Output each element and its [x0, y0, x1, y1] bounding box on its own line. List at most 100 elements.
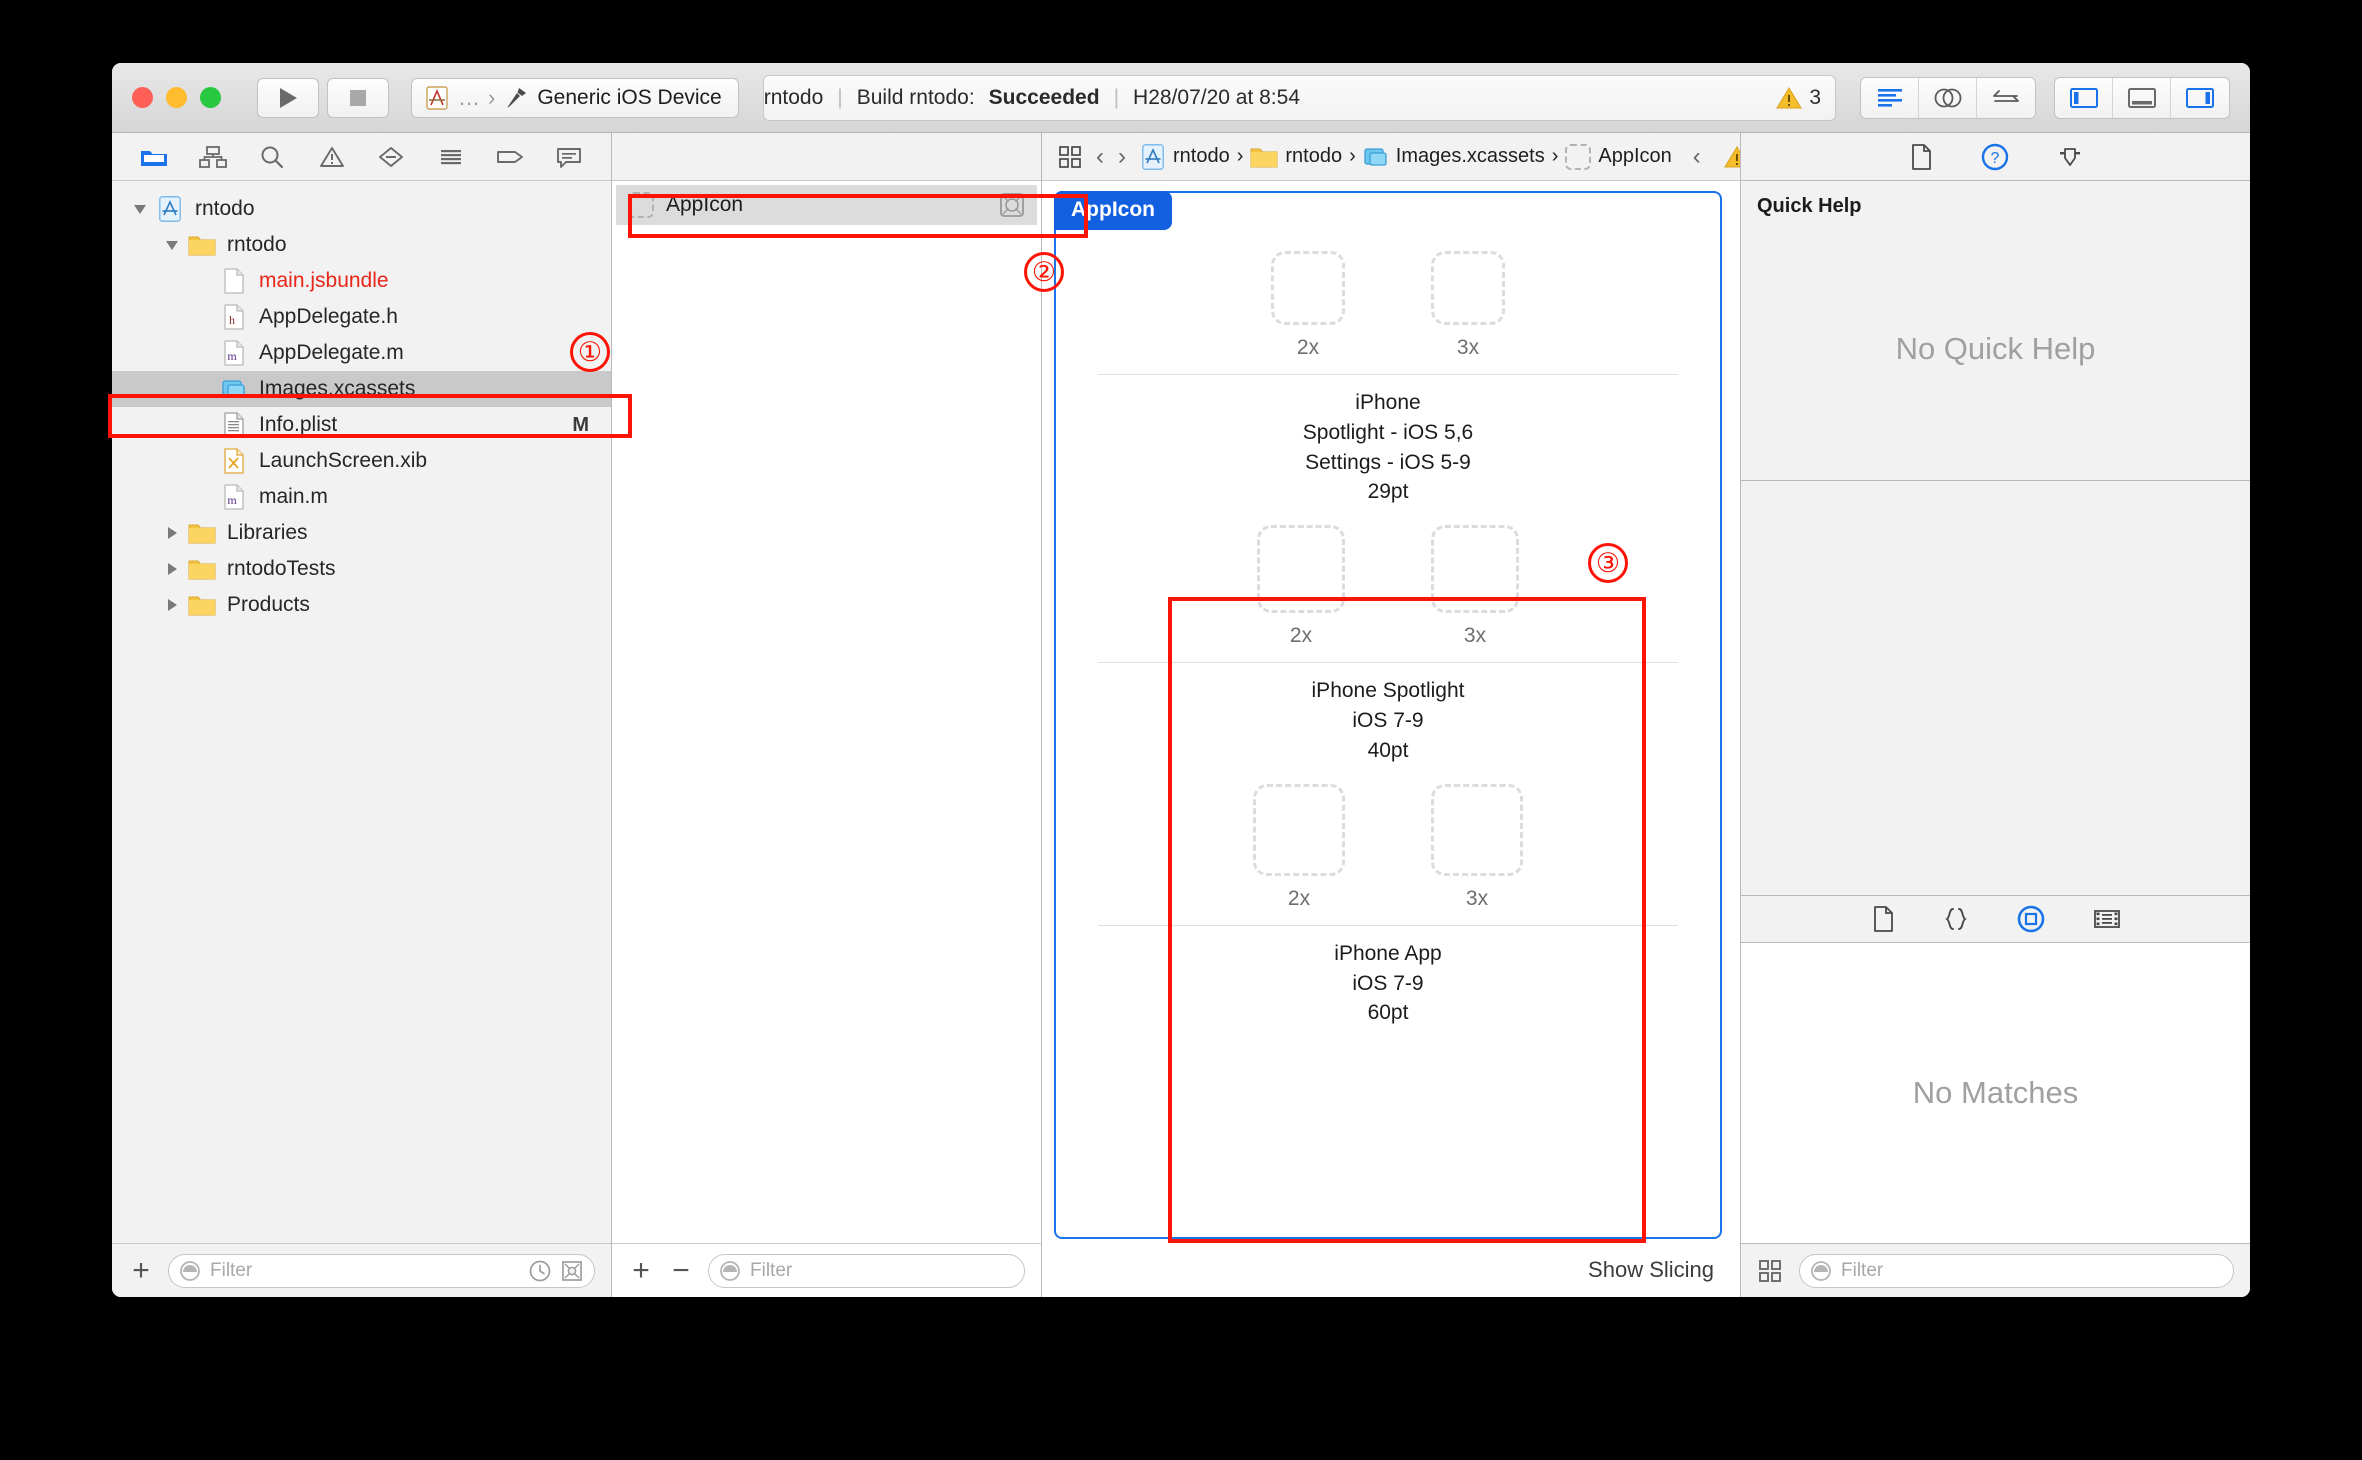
test-navigator-icon[interactable]: [371, 140, 411, 174]
disclosure-triangle-closed-icon[interactable]: [162, 596, 182, 614]
library-filter-field[interactable]: Filter: [1799, 1253, 2234, 1288]
previous-issue-button[interactable]: ‹: [1686, 143, 1708, 171]
navigator-row[interactable]: h AppDelegate.h: [112, 299, 611, 335]
icon-drop-placeholder[interactable]: [1431, 251, 1505, 325]
breadcrumb-item[interactable]: Images.xcassets: [1363, 144, 1545, 170]
asset-filter-field[interactable]: Filter: [708, 1253, 1025, 1288]
add-file-button[interactable]: +: [128, 1255, 154, 1286]
icon-slot[interactable]: 3x: [1431, 783, 1523, 911]
add-asset-button[interactable]: +: [628, 1255, 654, 1286]
media-library-icon[interactable]: [2092, 906, 2122, 932]
filter-scope-icon[interactable]: [560, 1259, 584, 1283]
navigator-row[interactable]: LaunchScreen.xib: [112, 443, 611, 479]
stop-button[interactable]: [327, 77, 389, 118]
project-navigator-icon[interactable]: [134, 140, 174, 174]
icon-slot[interactable]: 3x: [1431, 251, 1505, 360]
icon-drop-placeholder[interactable]: [1253, 783, 1345, 876]
navigator-row[interactable]: rntodoTests: [112, 551, 611, 587]
issue-navigator-icon[interactable]: [312, 140, 352, 174]
editor-jump-bar: ‹ › rntodo › rntodo › Images.xcassets › AppI…: [1042, 133, 1781, 181]
breadcrumb-chevron-icon: ›: [1349, 145, 1356, 167]
disclosure-triangle-closed-icon[interactable]: [162, 560, 182, 578]
traffic-lights: [132, 87, 221, 108]
jump-forward-button[interactable]: ›: [1118, 143, 1126, 171]
navigator-row[interactable]: Products: [112, 587, 611, 623]
disclosure-triangle-open-icon[interactable]: [130, 200, 150, 218]
jump-back-button[interactable]: ‹: [1096, 143, 1104, 171]
navigator-row[interactable]: Info.plist M: [112, 407, 611, 443]
report-navigator-icon[interactable]: [549, 140, 589, 174]
icon-scale-label: 2x: [1296, 336, 1320, 359]
icon-slot[interactable]: 2x: [1271, 251, 1345, 360]
stop-icon: [347, 87, 369, 109]
xib-file-icon: [220, 446, 248, 476]
navigator-row[interactable]: main.jsbundle: [112, 263, 611, 299]
navigator-row[interactable]: m main.m: [112, 479, 611, 515]
asset-detail-editor: AppIcon 2x 3x iPhone Spotlight - iOS 5,6 Set…: [1042, 181, 1740, 1243]
scheme-selector[interactable]: … › Generic iOS Device: [411, 77, 739, 118]
library-body: No Matches: [1741, 943, 2250, 1243]
symbol-navigator-icon[interactable]: [193, 140, 233, 174]
breadcrumb-item[interactable]: rntodo: [1250, 144, 1342, 170]
activity-status-bar[interactable]: rntodo | Build rntodo: Succeeded | H28/0…: [762, 74, 1836, 121]
svg-text:m: m: [227, 493, 237, 507]
status-action-prefix: Build rntodo:: [856, 85, 975, 109]
run-button[interactable]: [257, 77, 319, 118]
zoom-button[interactable]: [200, 87, 221, 108]
utilities-toggle-icon[interactable]: [2171, 78, 2229, 118]
navigator-filter-field[interactable]: Filter: [168, 1253, 595, 1288]
navigator-toggle-icon[interactable]: [2055, 77, 2113, 118]
code-snippet-library-icon[interactable]: [1942, 905, 1970, 933]
navigator-row[interactable]: m AppDelegate.m: [112, 335, 611, 371]
navigator-row-label: rntodo: [227, 233, 287, 256]
close-button[interactable]: [132, 87, 153, 108]
navigator-row[interactable]: Libraries: [112, 515, 611, 551]
icon-slot[interactable]: 3x: [1431, 525, 1519, 648]
disclosure-triangle-closed-icon[interactable]: [162, 524, 182, 542]
pin-icon[interactable]: [2056, 144, 2084, 170]
breadcrumb-item[interactable]: AppIcon: [1565, 143, 1672, 170]
show-slicing-button[interactable]: Show Slicing: [1588, 1257, 1714, 1283]
status-warning-count[interactable]: 3: [1776, 86, 1835, 110]
version-editor-icon[interactable]: [1977, 78, 2035, 118]
icon-group-title: iPhone App iOS 7-9 60pt: [1056, 926, 1720, 1034]
status-divider-2: |: [1113, 85, 1120, 109]
debug-area-toggle-icon[interactable]: [2113, 77, 2171, 118]
navigator-pane: rntodo rntodo main.jsbundle h AppDelegate…: [112, 133, 612, 1297]
object-library-icon[interactable]: [2016, 904, 2046, 934]
find-navigator-icon[interactable]: [252, 140, 292, 174]
xcode-project-icon: [424, 85, 450, 111]
remove-asset-button[interactable]: −: [668, 1255, 694, 1286]
icon-group-title: iPhone Spotlight iOS 7-9 40pt: [1056, 663, 1720, 771]
navigator-row[interactable]: rntodo: [112, 191, 611, 227]
file-template-library-icon[interactable]: [1870, 905, 1896, 933]
icon-drop-placeholder[interactable]: [1431, 783, 1523, 876]
icon-group-title-line: iPhone: [1355, 391, 1421, 414]
navigator-row-images-xcassets[interactable]: Images.xcassets: [112, 371, 611, 407]
clock-icon[interactable]: [528, 1259, 552, 1283]
view-toggle-segmented-control: [2054, 76, 2230, 119]
icon-scale-label: 3x: [1463, 624, 1487, 648]
title-bar: … › Generic iOS Device rntodo | Build rn…: [112, 63, 2250, 133]
breadcrumb-item[interactable]: rntodo: [1140, 143, 1230, 170]
related-items-icon[interactable]: [1058, 145, 1082, 169]
asset-list-row-appicon[interactable]: AppIcon: [616, 185, 1037, 225]
assistant-editor-icon[interactable]: [1919, 77, 1977, 118]
debug-navigator-icon[interactable]: [431, 140, 471, 174]
minimize-button[interactable]: [166, 87, 187, 108]
icon-slot[interactable]: 2x: [1253, 783, 1345, 911]
grid-view-icon[interactable]: [1757, 1258, 1783, 1284]
icon-drop-placeholder[interactable]: [1257, 525, 1345, 614]
icon-group-title-line: iPhone Spotlight: [1311, 679, 1465, 703]
icon-drop-placeholder[interactable]: [1431, 525, 1519, 614]
file-inspector-icon[interactable]: [1908, 143, 1934, 171]
disclosure-triangle-open-icon[interactable]: [162, 236, 182, 254]
quick-help-inspector-icon[interactable]: ?: [1980, 142, 2010, 172]
navigator-row[interactable]: rntodo: [112, 227, 611, 263]
breakpoint-navigator-icon[interactable]: [490, 140, 530, 174]
icon-drop-placeholder[interactable]: [1271, 251, 1345, 325]
status-action-result: Succeeded: [988, 85, 1100, 109]
standard-editor-icon[interactable]: [1861, 77, 1919, 118]
icon-slot[interactable]: 2x: [1257, 525, 1345, 648]
inspector-spacer: [1741, 480, 2250, 895]
